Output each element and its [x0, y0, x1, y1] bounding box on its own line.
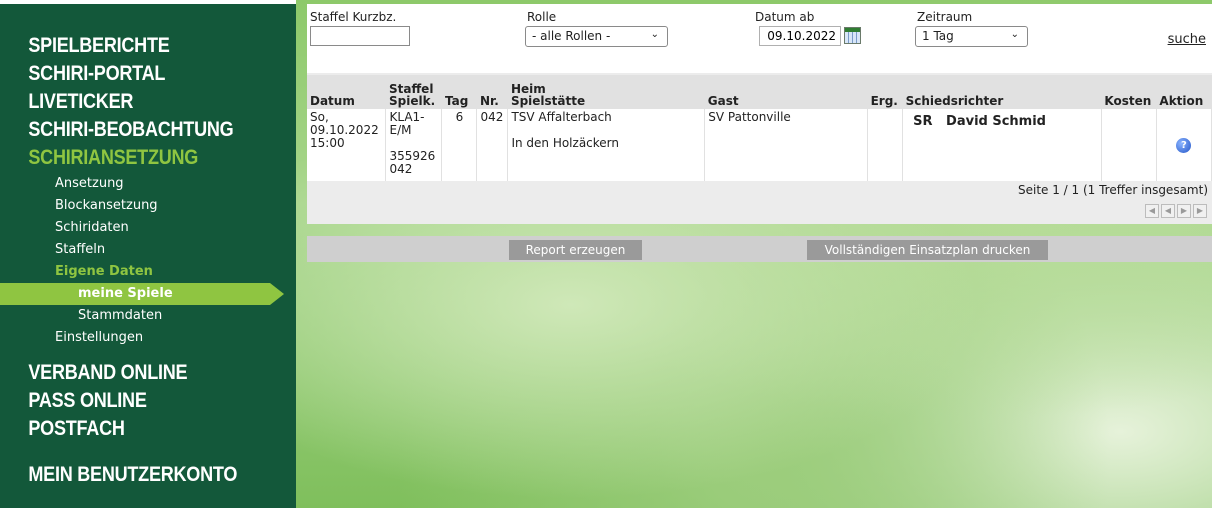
- spielstaette: In den Holzäckern: [511, 136, 619, 150]
- nav-schiridaten[interactable]: Schiridaten: [0, 217, 296, 239]
- nav-verband-online[interactable]: VERBAND ONLINE: [0, 359, 255, 387]
- cell-tag: 6: [441, 109, 478, 181]
- nav-meine-spiele[interactable]: meine Spiele: [0, 283, 284, 305]
- nav-postfach[interactable]: POSTFACH: [0, 415, 255, 443]
- nav-schiri-beobachtung[interactable]: SCHIRI-BEOBACHTUNG: [0, 116, 255, 144]
- rolle-label: Rolle: [527, 10, 557, 24]
- nav-einstellungen[interactable]: Einstellungen: [0, 327, 296, 349]
- calendar-icon[interactable]: [844, 27, 861, 44]
- cell-datum: So, 09.10.2022 15:00: [307, 109, 387, 181]
- nav-mein-benutzerkonto[interactable]: MEIN BENUTZERKONTO: [0, 461, 255, 489]
- col-schiedsrichter[interactable]: Schiedsrichter: [902, 75, 1102, 109]
- pager-text: Seite 1 / 1 (1 Treffer insgesamt): [1017, 183, 1208, 197]
- datum-label: Datum ab: [755, 10, 815, 24]
- col-gast[interactable]: Gast: [704, 75, 868, 109]
- rolle-select-value: - alle Rollen -: [532, 29, 611, 43]
- pager-controls: ◀ ◀ ▶ ▶: [1145, 204, 1207, 218]
- nav-staffeln[interactable]: Staffeln: [0, 239, 296, 261]
- nav-ansetzung[interactable]: Ansetzung: [0, 173, 296, 195]
- last-page-icon[interactable]: ▶: [1193, 204, 1207, 218]
- nav-eigene-daten[interactable]: Eigene Daten: [0, 261, 296, 283]
- col-kosten[interactable]: Kosten: [1101, 75, 1157, 109]
- cell-erg: [867, 109, 904, 181]
- col-datum[interactable]: Datum: [307, 75, 386, 109]
- col-heim[interactable]: Heim Spielstätte: [507, 75, 705, 109]
- cell-nr: 042: [476, 109, 509, 181]
- first-page-icon[interactable]: ◀: [1145, 204, 1159, 218]
- col-nr[interactable]: Nr.: [476, 75, 508, 109]
- cell-kosten: [1101, 109, 1157, 181]
- col-staffel[interactable]: Staffel Spielk.: [385, 75, 442, 109]
- schiri-name: David Schmid: [946, 114, 1046, 129]
- nav-schiriansetzung[interactable]: SCHIRIANSETZUNG: [0, 144, 255, 172]
- staffel-input[interactable]: [310, 26, 410, 46]
- sidebar-nav: SPIELBERICHTE SCHIRI-PORTAL LIVETICKER S…: [0, 0, 296, 508]
- nav-schiri-portal[interactable]: SCHIRI-PORTAL: [0, 60, 255, 88]
- search-panel: Staffel Kurzbz. Rolle - alle Rollen - ⌄ …: [307, 4, 1212, 73]
- nav-liveticker[interactable]: LIVETICKER: [0, 88, 255, 116]
- zeitraum-label: Zeitraum: [917, 10, 973, 24]
- nav-spielberichte[interactable]: SPIELBERICHTE: [0, 32, 255, 60]
- zeitraum-select[interactable]: 1 Tag ⌄: [915, 26, 1028, 47]
- chevron-down-icon: ⌄: [650, 29, 659, 40]
- nav-pass-online[interactable]: PASS ONLINE: [0, 387, 255, 415]
- cell-heim: TSV Affalterbach In den Holzäckern: [507, 109, 706, 181]
- cell-gast: SV Pattonville: [704, 109, 869, 181]
- datum-input[interactable]: [759, 26, 841, 46]
- schiri-role: SR: [913, 114, 933, 129]
- report-button[interactable]: Report erzeugen: [509, 240, 642, 260]
- cell-aktion: ?: [1156, 109, 1212, 181]
- table-row: So, 09.10.2022 15:00 KLA1- E/M 355926 04…: [307, 109, 1212, 181]
- search-link[interactable]: suche: [1168, 32, 1206, 47]
- nav-stammdaten[interactable]: Stammdaten: [0, 305, 296, 327]
- nav-blockansetzung[interactable]: Blockansetzung: [0, 195, 296, 217]
- chevron-down-icon: ⌄: [1010, 29, 1019, 40]
- results-table: Datum Staffel Spielk. Tag Nr. Heim Spielst…: [307, 75, 1212, 181]
- button-bar: Report erzeugen Vollständigen Einsatzpla…: [307, 236, 1212, 262]
- cell-staffel: KLA1- E/M 355926 042: [385, 109, 443, 181]
- col-aktion: Aktion: [1156, 75, 1212, 109]
- print-plan-button[interactable]: Vollständigen Einsatzplan drucken: [807, 240, 1048, 260]
- col-tag[interactable]: Tag: [441, 75, 477, 109]
- table-header-row: Datum Staffel Spielk. Tag Nr. Heim Spielst…: [307, 75, 1212, 109]
- zeitraum-select-value: 1 Tag: [922, 29, 954, 43]
- results-panel: Datum Staffel Spielk. Tag Nr. Heim Spielst…: [307, 73, 1212, 224]
- staffel-label: Staffel Kurzbz.: [310, 10, 397, 24]
- rolle-select[interactable]: - alle Rollen - ⌄: [525, 26, 668, 47]
- next-page-icon[interactable]: ▶: [1177, 204, 1191, 218]
- col-erg[interactable]: Erg.: [867, 75, 903, 109]
- heim-team: TSV Affalterbach: [511, 110, 612, 124]
- prev-page-icon[interactable]: ◀: [1161, 204, 1175, 218]
- cell-schiedsrichter: SR David Schmid: [902, 109, 1102, 181]
- help-icon[interactable]: ?: [1176, 137, 1192, 153]
